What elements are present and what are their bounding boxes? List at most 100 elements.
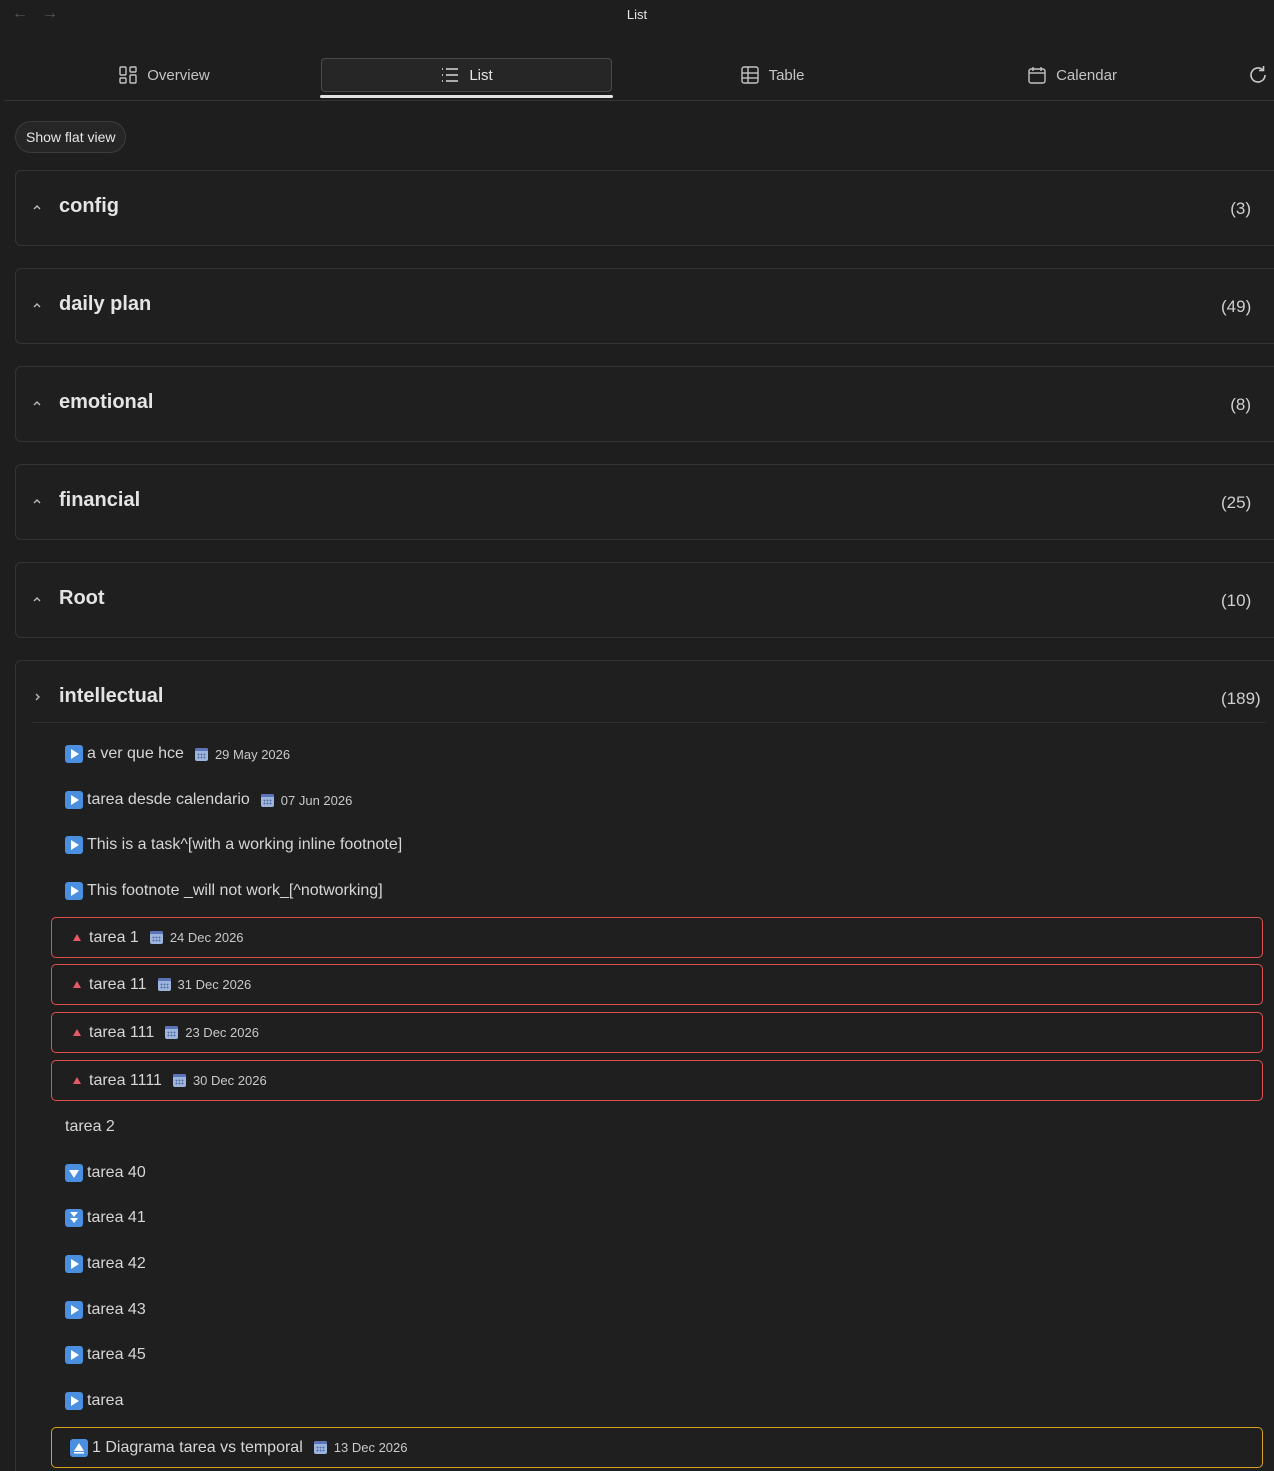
chevron-up-icon[interactable] [30, 494, 44, 508]
task-item-high-priority[interactable]: tarea 1111 30 Dec 2026 [51, 1060, 1263, 1101]
task-text: tarea 2 [65, 1118, 115, 1135]
play-icon [65, 882, 83, 900]
task-text: a ver que hce [87, 745, 184, 762]
calendar-icon [194, 747, 208, 761]
tab-calendar-label: Calendar [1056, 66, 1117, 84]
group-name: Root [59, 587, 105, 609]
task-item[interactable]: tarea 2 [65, 1112, 115, 1142]
task-text: tarea desde calendario [87, 791, 250, 808]
group-name: config [59, 195, 119, 217]
task-item[interactable]: a ver que hce 29 May 2026 [65, 739, 290, 769]
task-text: tarea 45 [87, 1346, 146, 1363]
group-name: financial [59, 489, 141, 511]
task-item[interactable]: tarea desde calendario 07 Jun 2026 [65, 785, 352, 815]
play-icon [65, 836, 83, 854]
group-emotional: emotional (8) [15, 366, 1274, 442]
group-divider [32, 722, 1266, 723]
group-root: Root (10) [15, 562, 1274, 638]
task-text: tarea 1 [89, 928, 139, 946]
task-text: tarea 42 [87, 1255, 146, 1272]
task-text: tarea 111 [89, 1023, 155, 1041]
task-text: tarea 41 [87, 1209, 146, 1226]
group-config: config (3) [15, 170, 1274, 246]
chevron-up-icon[interactable] [30, 396, 44, 410]
group-count: (49) [1221, 297, 1252, 316]
task-item[interactable]: tarea 40 [65, 1158, 146, 1188]
chevron-up-icon[interactable] [30, 298, 44, 312]
list-icon [442, 68, 459, 82]
chevron-up-icon[interactable] [30, 200, 44, 214]
calendar-icon [157, 978, 171, 991]
table-icon [740, 66, 759, 84]
view-tabs: Overview List Table Calendar [4, 52, 1274, 101]
tab-calendar[interactable]: Calendar [1022, 58, 1122, 92]
group-financial: financial (25) [15, 464, 1274, 540]
high-priority-triangle-icon [73, 981, 81, 988]
task-item-high-priority[interactable]: tarea 111 23 Dec 2026 [51, 1012, 1263, 1053]
task-item[interactable]: tarea 41 [65, 1203, 146, 1233]
due-date-text: 29 May 2026 [214, 746, 291, 762]
group-count: (189) [1221, 689, 1261, 708]
task-item[interactable]: This footnote _will not work_[^notworkin… [65, 876, 383, 906]
due-date-text: 23 Dec 2026 [185, 1025, 259, 1040]
group-header[interactable]: config (3) [16, 171, 1274, 245]
group-header[interactable]: intellectual (189) [16, 661, 1274, 735]
due-date: 24 Dec 2026 [149, 930, 244, 945]
task-item[interactable]: This is a task^[with a working inline fo… [65, 830, 402, 860]
due-date: 07 Jun 2026 [260, 792, 353, 808]
group-header[interactable]: emotional (8) [16, 367, 1274, 441]
due-date-text: 07 Jun 2026 [280, 792, 353, 808]
grid-icon [119, 66, 137, 84]
task-item[interactable]: tarea 45 [65, 1340, 146, 1370]
task-text: This footnote _will not work_[^notworkin… [87, 882, 383, 899]
due-date-text: 30 Dec 2026 [192, 1073, 267, 1088]
calendar-icon [149, 931, 163, 944]
task-item[interactable]: tarea 42 [65, 1249, 146, 1279]
task-item-high-priority[interactable]: tarea 1 24 Dec 2026 [51, 917, 1263, 958]
due-date-text: 31 Dec 2026 [177, 977, 252, 992]
due-date: 23 Dec 2026 [165, 1025, 259, 1040]
calendar-icon [260, 793, 274, 807]
calendar-icon [165, 1026, 179, 1039]
play-icon [65, 1301, 83, 1319]
calendar-icon [313, 1441, 327, 1454]
group-header[interactable]: financial (25) [16, 465, 1274, 539]
tab-overview[interactable]: Overview [114, 58, 214, 92]
task-text: tarea [87, 1392, 124, 1409]
active-tab-indicator [320, 95, 613, 98]
due-date-text: 24 Dec 2026 [169, 930, 244, 945]
calendar-icon [172, 1074, 186, 1087]
task-item-medium-priority[interactable]: 1 Diagrama tarea vs temporal 13 Dec 2026 [51, 1427, 1263, 1468]
group-header[interactable]: daily plan (49) [16, 269, 1274, 343]
task-text: tarea 43 [87, 1301, 146, 1318]
group-count: (8) [1230, 395, 1251, 414]
tab-table[interactable]: Table [732, 58, 812, 92]
window-title: List [626, 7, 648, 22]
refresh-icon[interactable] [1247, 64, 1269, 86]
tab-list-label: List [469, 66, 493, 84]
due-date: 30 Dec 2026 [172, 1073, 267, 1088]
group-name: emotional [59, 391, 154, 413]
show-flat-view-button[interactable]: Show flat view [15, 121, 127, 153]
group-daily-plan: daily plan (49) [15, 268, 1274, 344]
task-item[interactable]: tarea [65, 1386, 123, 1416]
play-icon [65, 1392, 83, 1410]
task-item[interactable]: tarea 43 [65, 1295, 146, 1325]
tab-overview-label: Overview [147, 66, 210, 84]
high-priority-triangle-icon [73, 1077, 81, 1084]
tab-list[interactable]: List [321, 58, 612, 92]
up-icon [70, 1438, 88, 1457]
group-header[interactable]: Root (10) [16, 563, 1274, 637]
high-priority-triangle-icon [73, 1029, 81, 1036]
double-down-icon [65, 1209, 83, 1227]
task-text: tarea 11 [89, 975, 147, 993]
task-item-high-priority[interactable]: tarea 11 31 Dec 2026 [51, 964, 1263, 1005]
group-count: (10) [1221, 591, 1252, 610]
tab-table-label: Table [768, 66, 805, 84]
chevron-right-icon[interactable] [30, 690, 44, 704]
task-text: tarea 1111 [89, 1071, 162, 1089]
play-icon [65, 745, 83, 763]
chevron-up-icon[interactable] [30, 592, 44, 606]
task-text: 1 Diagrama tarea vs temporal [92, 1438, 303, 1456]
task-text: tarea 40 [87, 1164, 146, 1181]
